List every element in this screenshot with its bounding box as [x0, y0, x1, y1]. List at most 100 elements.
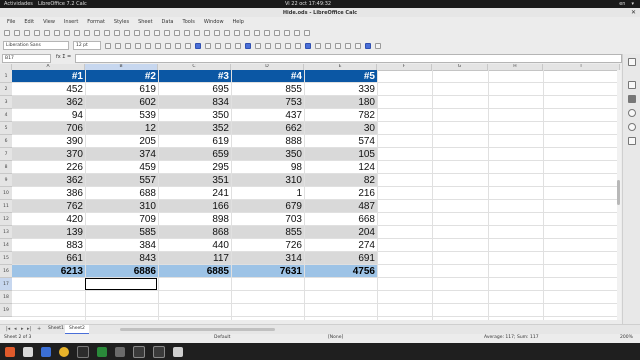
menu-edit[interactable]: Edit — [24, 19, 34, 25]
cell-protection-icon[interactable] — [375, 42, 381, 49]
data-cell[interactable]: 691 — [304, 252, 377, 265]
row-header[interactable]: 14 — [0, 239, 12, 252]
data-cell[interactable]: 216 — [304, 187, 377, 200]
font-name-select[interactable]: Liberation Sans — [3, 41, 69, 50]
tab-sheet2[interactable]: Sheet2 — [65, 325, 89, 334]
row-header[interactable]: 13 — [0, 226, 12, 239]
print-icon[interactable] — [44, 30, 50, 36]
data-cell[interactable]: 782 — [304, 109, 377, 122]
row-header[interactable]: 3 — [0, 96, 12, 109]
data-cell[interactable]: 557 — [85, 174, 158, 187]
header-cell[interactable]: #3 — [158, 70, 231, 83]
zoom-level[interactable]: 200% — [620, 335, 633, 340]
merge-center-icon[interactable] — [205, 42, 211, 49]
menu-view[interactable]: View — [43, 19, 55, 25]
new-icon[interactable] — [4, 30, 10, 36]
terminal-icon[interactable] — [77, 345, 89, 358]
chart-icon[interactable] — [214, 30, 220, 36]
data-cell[interactable]: 295 — [158, 161, 231, 174]
first-sheet-icon[interactable]: |◂ — [6, 326, 10, 332]
column-icon[interactable] — [154, 30, 160, 36]
data-cell[interactable]: 241 — [158, 187, 231, 200]
selection-summary[interactable]: Average: 117; Sum: 117 — [484, 335, 539, 340]
total-cell[interactable]: 4756 — [304, 265, 377, 278]
language-indicator[interactable]: en — [619, 1, 625, 7]
save-icon[interactable] — [24, 30, 30, 36]
align-bottom-icon[interactable] — [235, 42, 241, 49]
data-cell[interactable]: 762 — [12, 200, 85, 213]
data-cell[interactable]: 1 — [231, 187, 304, 200]
activities-button[interactable]: Actividades — [4, 1, 33, 7]
data-cell[interactable]: 834 — [158, 96, 231, 109]
sort-icon[interactable] — [164, 30, 170, 36]
pivot-table-icon[interactable] — [224, 30, 230, 36]
align-left-icon[interactable] — [155, 42, 161, 49]
menu-file[interactable]: File — [7, 19, 15, 25]
prev-sheet-icon[interactable]: ◂ — [14, 326, 17, 332]
freeze-rows-icon[interactable] — [284, 30, 290, 36]
row-header[interactable]: 8 — [0, 161, 12, 174]
styles-icon[interactable] — [365, 42, 371, 49]
borders-icon[interactable] — [325, 42, 331, 49]
functions-icon[interactable] — [628, 137, 636, 145]
data-cell[interactable]: 384 — [85, 239, 158, 252]
data-cell[interactable]: 362 — [12, 96, 85, 109]
menu-window[interactable]: Window — [204, 19, 224, 25]
formula-input[interactable] — [75, 54, 622, 63]
menu-insert[interactable]: Insert — [64, 19, 78, 25]
delete-decimal-icon[interactable] — [295, 42, 301, 49]
header-cell[interactable]: #4 — [231, 70, 304, 83]
data-cell[interactable]: 688 — [85, 187, 158, 200]
align-center-icon[interactable] — [165, 42, 171, 49]
data-cell[interactable]: 679 — [231, 200, 304, 213]
align-middle-icon[interactable] — [225, 42, 231, 49]
row-header[interactable]: 11 — [0, 200, 12, 213]
data-cell[interactable]: 352 — [158, 122, 231, 135]
split-window-icon[interactable] — [294, 30, 300, 36]
firefox-icon[interactable] — [5, 346, 15, 357]
data-cell[interactable]: 350 — [231, 148, 304, 161]
image-icon[interactable] — [204, 30, 210, 36]
comment-icon[interactable] — [254, 30, 260, 36]
data-cell[interactable]: 659 — [158, 148, 231, 161]
header-cell[interactable]: #5 — [304, 70, 377, 83]
row-header[interactable]: 1 — [0, 70, 12, 83]
data-cell[interactable]: 855 — [231, 83, 304, 96]
last-sheet-icon[interactable]: ▸| — [27, 326, 31, 332]
monitor-icon[interactable] — [153, 345, 165, 358]
hamburger-menu-icon[interactable] — [628, 58, 636, 66]
data-cell[interactable]: 868 — [158, 226, 231, 239]
headers-footers-icon[interactable] — [264, 30, 270, 36]
data-cell[interactable]: 703 — [231, 213, 304, 226]
system-tray[interactable]: en ▾ — [619, 1, 634, 7]
data-cell[interactable]: 362 — [12, 174, 85, 187]
data-cell[interactable]: 602 — [85, 96, 158, 109]
wrap-text-icon[interactable] — [195, 42, 201, 49]
add-sheet-icon[interactable]: + — [37, 326, 41, 332]
add-decimal-icon[interactable] — [285, 42, 291, 49]
justify-icon[interactable] — [185, 42, 191, 49]
data-cell[interactable]: 619 — [158, 135, 231, 148]
define-print-area-icon[interactable] — [274, 30, 280, 36]
data-cell[interactable]: 105 — [304, 148, 377, 161]
align-right-icon[interactable] — [175, 42, 181, 49]
spelling-icon[interactable] — [134, 30, 140, 36]
font-color-icon[interactable] — [135, 42, 141, 49]
data-cell[interactable]: 574 — [304, 135, 377, 148]
menu-data[interactable]: Data — [162, 19, 174, 25]
data-cell[interactable]: 695 — [158, 83, 231, 96]
number-format-icon[interactable] — [265, 42, 271, 49]
export-pdf-icon[interactable] — [34, 30, 40, 36]
data-cell[interactable]: 706 — [12, 122, 85, 135]
files-icon[interactable] — [23, 346, 33, 357]
show-draw-functions-icon[interactable] — [304, 30, 310, 36]
data-cell[interactable]: 310 — [85, 200, 158, 213]
data-cell[interactable]: 314 — [231, 252, 304, 265]
data-cell[interactable]: 386 — [12, 187, 85, 200]
decrease-indent-icon[interactable] — [315, 42, 321, 49]
row-header[interactable]: 15 — [0, 252, 12, 265]
calc-icon[interactable] — [97, 346, 107, 357]
total-cell[interactable]: 6885 — [158, 265, 231, 278]
data-cell[interactable]: 166 — [158, 200, 231, 213]
print-preview-icon[interactable] — [54, 30, 60, 36]
